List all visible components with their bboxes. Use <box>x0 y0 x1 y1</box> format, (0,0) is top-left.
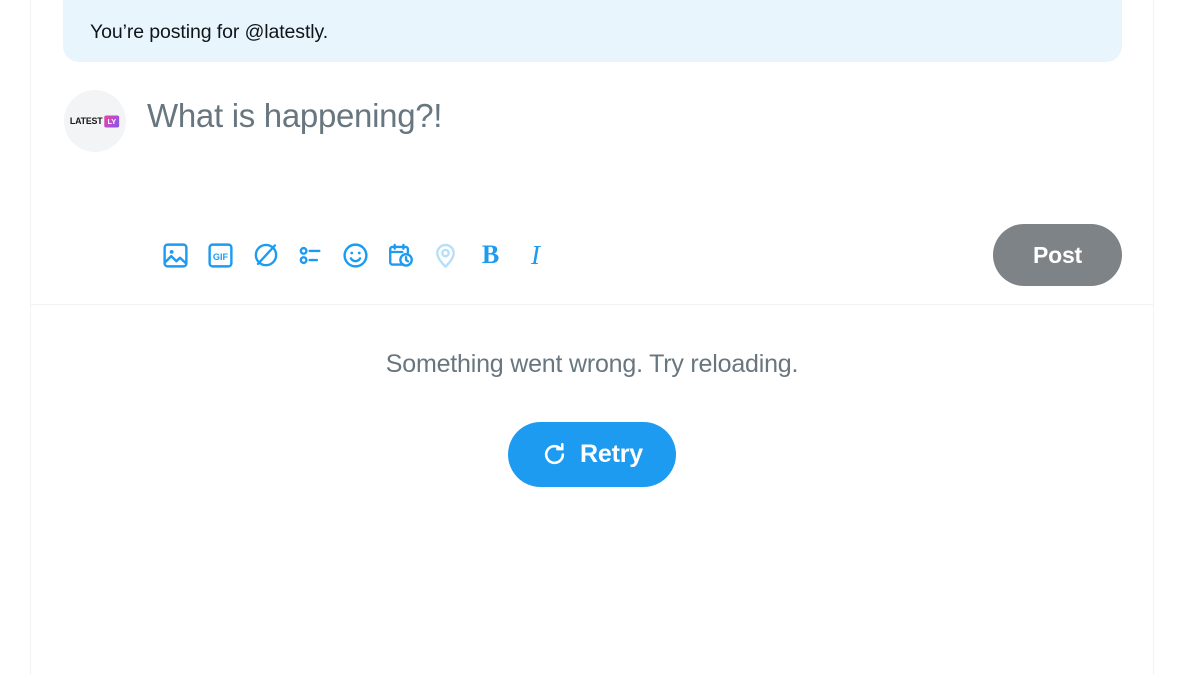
logo-badge: LY <box>104 114 120 128</box>
composer-row: LATEST LY What is happening?! <box>31 62 1153 152</box>
compose-page: You’re posting for @latestly. LATEST LY … <box>0 0 1200 675</box>
retry-button-label: Retry <box>580 440 643 468</box>
location-pin-icon <box>423 233 468 278</box>
latestly-logo: LATEST LY <box>70 114 120 128</box>
composer-toolbar-icons: GIF B I <box>153 233 558 278</box>
logo-wordmark: LATEST <box>70 115 103 127</box>
svg-text:GIF: GIF <box>213 251 229 261</box>
retry-button[interactable]: Retry <box>508 422 676 487</box>
italic-icon[interactable]: I <box>513 233 558 278</box>
timeline-column-right-border <box>1153 0 1154 675</box>
bold-icon-label: B <box>481 240 500 269</box>
schedule-icon[interactable] <box>378 233 423 278</box>
emoji-icon[interactable] <box>333 233 378 278</box>
composer-placeholder[interactable]: What is happening?! <box>147 96 1153 136</box>
composer-toolbar: GIF B I Post <box>31 224 1153 286</box>
bold-icon[interactable]: B <box>468 233 513 278</box>
error-message: Something went wrong. Try reloading. <box>385 350 799 378</box>
italic-icon-label: I <box>531 239 540 270</box>
error-state: Something went wrong. Try reloading. Ret… <box>31 306 1153 675</box>
post-composer: LATEST LY What is happening?! GIF B I Po… <box>31 62 1153 305</box>
post-button[interactable]: Post <box>993 224 1122 286</box>
posting-as-banner-text: You’re posting for @latestly. <box>90 21 329 43</box>
gif-icon[interactable]: GIF <box>198 233 243 278</box>
poll-icon[interactable] <box>288 233 333 278</box>
posting-as-banner: You’re posting for @latestly. <box>63 0 1122 62</box>
refresh-icon <box>541 441 568 468</box>
image-icon[interactable] <box>153 233 198 278</box>
grok-imagine-icon[interactable] <box>243 233 288 278</box>
composer-input-wrap[interactable]: What is happening?! <box>126 90 1153 136</box>
avatar[interactable]: LATEST LY <box>64 90 126 152</box>
